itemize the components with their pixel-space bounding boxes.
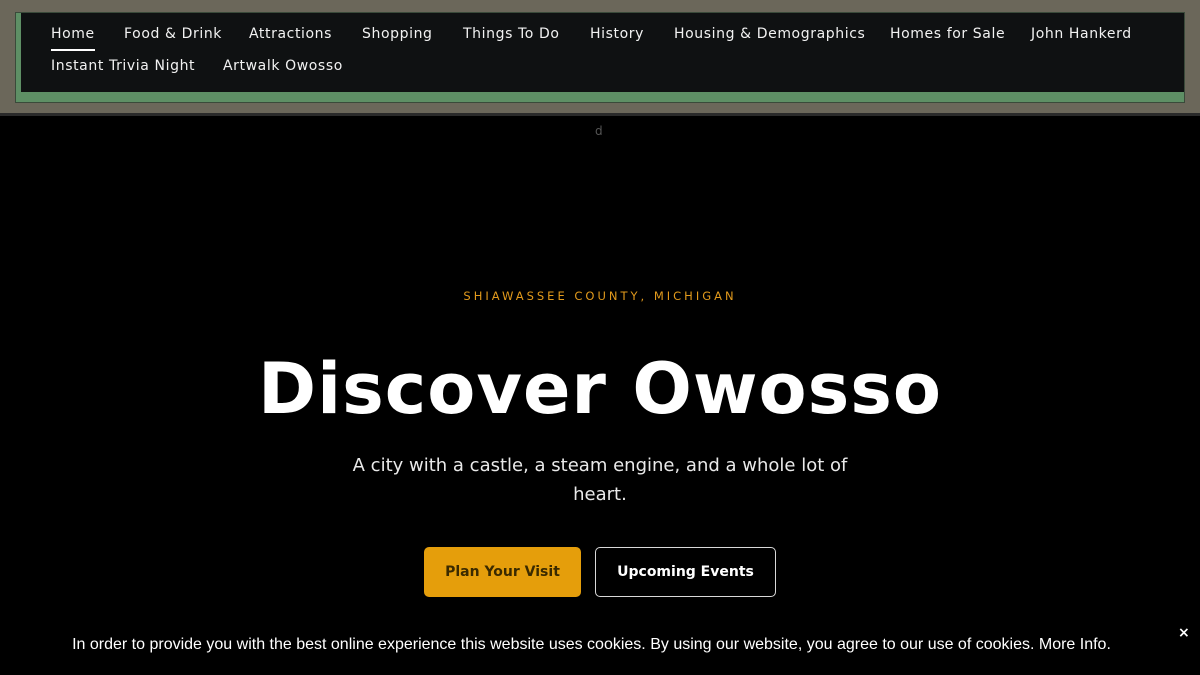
upcoming-events-button[interactable]: Upcoming Events	[595, 547, 776, 597]
hero-eyebrow: SHIAWASSEE COUNTY, MICHIGAN	[463, 289, 737, 303]
stray-glyph: d	[595, 124, 603, 138]
nav-item-home[interactable]: Home	[51, 26, 95, 51]
hero-title: Discover Owosso	[257, 348, 943, 430]
nav-item-instant-trivia-night[interactable]: Instant Trivia Night	[51, 58, 195, 74]
hero-subtitle: A city with a castle, a steam engine, an…	[352, 455, 848, 505]
nav-item-homes-for-sale[interactable]: Homes for Sale	[890, 26, 1005, 42]
nav-item-shopping[interactable]: Shopping	[362, 26, 433, 42]
nav-item-artwalk-owosso[interactable]: Artwalk Owosso	[223, 58, 343, 74]
cookie-notice-text: In order to provide you with the best on…	[72, 636, 1111, 653]
nav-item-history[interactable]: History	[590, 26, 644, 42]
nav-item-things-to-do[interactable]: Things To Do	[463, 26, 560, 42]
nav-item-housing-demographics[interactable]: Housing & Demographics	[674, 26, 865, 42]
header-shadow	[0, 113, 1200, 116]
main-navigation: Home Food & Drink Attractions Shopping T…	[21, 13, 1184, 92]
plan-your-visit-button[interactable]: Plan Your Visit	[424, 547, 581, 597]
nav-item-food-drink[interactable]: Food & Drink	[124, 26, 222, 42]
close-icon[interactable]: ×	[1178, 625, 1190, 641]
nav-item-john-hankerd[interactable]: John Hankerd	[1031, 26, 1132, 42]
nav-item-attractions[interactable]: Attractions	[249, 26, 332, 42]
